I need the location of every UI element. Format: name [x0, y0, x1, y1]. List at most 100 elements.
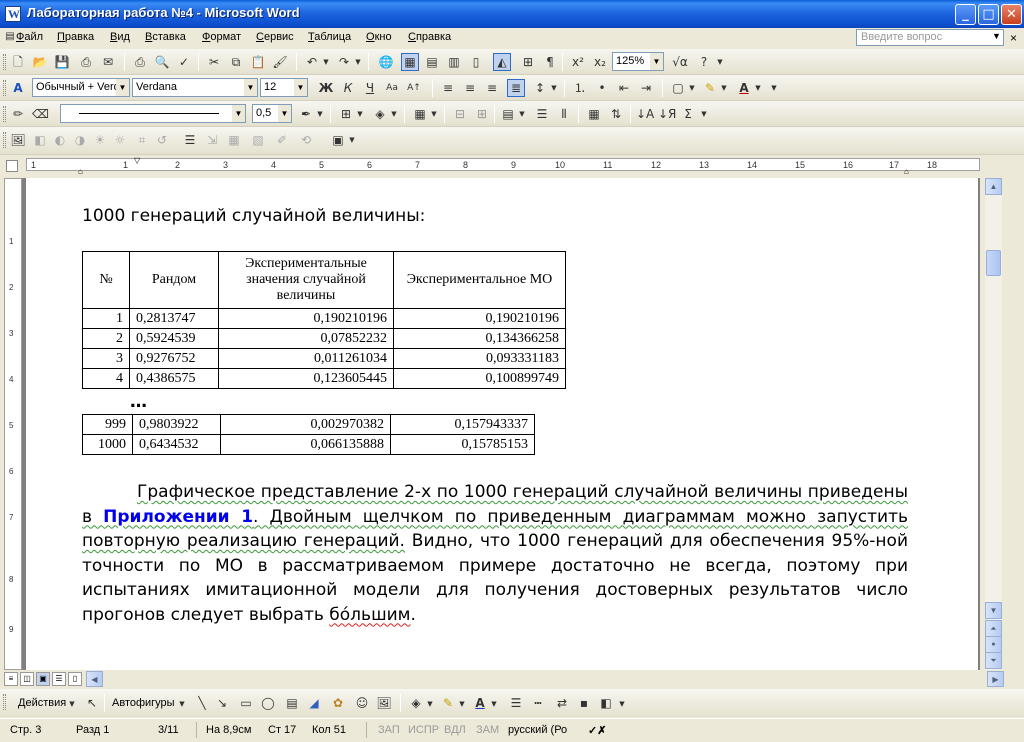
sort-descending-icon[interactable]: ↓Я: [658, 106, 676, 122]
font-select[interactable]: Verdana ▼: [132, 78, 258, 97]
scrollbar-thumb[interactable]: [986, 250, 1001, 276]
columns-icon[interactable]: ▯: [468, 54, 484, 70]
autosum-icon[interactable]: Σ: [680, 106, 696, 122]
bullets-icon[interactable]: •: [594, 80, 610, 96]
highlight-dropdown-icon[interactable]: ▼: [720, 80, 728, 96]
fill-color-dropdown-icon[interactable]: ▼: [426, 696, 434, 712]
change-case-icon[interactable]: Aa: [384, 80, 400, 96]
toolbar-grip[interactable]: [3, 80, 6, 96]
horizontal-scrollbar[interactable]: ≡ ◫ ▣ ☰ ▯ ◀ ▶: [0, 670, 1024, 688]
spelling-status-icon[interactable]: ✓✗: [588, 724, 606, 737]
first-line-indent-marker[interactable]: ▽: [134, 156, 140, 165]
toolbar-grip[interactable]: [3, 694, 6, 710]
format-painter-icon[interactable]: 🖌: [272, 54, 288, 70]
help-icon[interactable]: ?: [696, 54, 712, 70]
more-contrast-icon[interactable]: ◐: [52, 132, 68, 148]
line-icon[interactable]: ╲: [194, 695, 210, 711]
print-layout-view-icon[interactable]: ▣: [36, 672, 50, 686]
section-heading[interactable]: 1000 генераций случайной величины:: [82, 206, 425, 226]
menu-file[interactable]: Файл: [16, 31, 43, 43]
next-page-button[interactable]: ⏷: [985, 652, 1002, 669]
dash-style-icon[interactable]: ┅: [530, 695, 546, 711]
font-color-dropdown-icon[interactable]: ▼: [754, 80, 762, 96]
horizontal-ruler[interactable]: 1 1 2 3 4 5 6 7 8 9 10 11 12 13 14 15 16…: [0, 156, 1024, 176]
generations-table-bottom[interactable]: 999 0,9803922 0,002970382 0,157943337 10…: [82, 414, 535, 455]
chevron-down-icon[interactable]: ▼: [68, 696, 76, 712]
compress-icon[interactable]: ⇲: [204, 132, 220, 148]
subscript-icon[interactable]: x₂: [592, 54, 608, 70]
insert-table-icon[interactable]: ▤: [424, 54, 440, 70]
rotate-icon[interactable]: ↺: [154, 132, 170, 148]
minimize-button[interactable]: _: [955, 4, 976, 25]
split-cells-icon[interactable]: ⊞: [474, 106, 490, 122]
scroll-right-button[interactable]: ▶: [987, 671, 1004, 687]
toolbar-options-icon[interactable]: ▼: [770, 80, 778, 96]
toolbar-grip[interactable]: [3, 106, 6, 122]
toolbar-options-icon[interactable]: ▼: [716, 54, 724, 70]
new-document-icon[interactable]: 🗋: [10, 54, 26, 70]
left-indent-marker[interactable]: ⌂: [78, 167, 83, 176]
draw-table-icon[interactable]: ✏: [10, 106, 26, 122]
eraser-icon[interactable]: ⌫: [32, 106, 49, 122]
format-picture-icon[interactable]: ▧: [250, 132, 266, 148]
toolbar-options-icon[interactable]: ▼: [348, 132, 356, 148]
merge-cells-icon[interactable]: ⊟: [452, 106, 468, 122]
scroll-up-button[interactable]: ▲: [985, 178, 1002, 195]
vertical-ruler[interactable]: 1 2 3 4 5 6 7 8 9: [4, 178, 22, 670]
less-contrast-icon[interactable]: ◑: [72, 132, 88, 148]
print-preview-icon[interactable]: 🔍: [154, 54, 170, 70]
previous-page-button[interactable]: ⏶: [985, 620, 1002, 637]
chevron-down-icon[interactable]: ▼: [992, 31, 1001, 41]
select-objects-icon[interactable]: ↖: [84, 695, 100, 711]
borders-dropdown-icon[interactable]: ▼: [688, 80, 696, 96]
outside-border-icon[interactable]: ⊞: [338, 106, 354, 122]
line-weight-select[interactable]: 0,5 ▼: [252, 104, 292, 123]
fill-color-icon[interactable]: ◈: [408, 695, 424, 711]
highlight-icon[interactable]: ✎: [702, 80, 718, 96]
generations-table-top[interactable]: № Рандом Экспериментальные значения случ…: [82, 251, 566, 389]
border-dropdown-icon[interactable]: ▼: [356, 106, 364, 122]
menu-edit[interactable]: Правка: [57, 31, 94, 43]
distribute-rows-icon[interactable]: ☰: [534, 106, 550, 122]
paste-icon[interactable]: 📋: [250, 54, 266, 70]
appendix-link[interactable]: Приложении 1: [103, 507, 253, 527]
word-app-icon[interactable]: [5, 6, 21, 22]
menu-window[interactable]: Окно: [366, 31, 392, 43]
toolbar-grip[interactable]: [3, 54, 6, 70]
more-brightness-icon[interactable]: ☀: [92, 132, 108, 148]
set-transparent-icon[interactable]: ✐: [274, 132, 290, 148]
line-style-icon[interactable]: ☰: [182, 132, 198, 148]
scroll-down-button[interactable]: ▼: [985, 602, 1002, 619]
toolbar-grip[interactable]: [3, 132, 6, 148]
autoformat-icon[interactable]: ▦: [586, 106, 602, 122]
status-extend[interactable]: ВДЛ: [444, 724, 466, 736]
style-select[interactable]: Обычный + Verd ▼: [32, 78, 130, 97]
superscript-icon[interactable]: x²: [570, 54, 586, 70]
border-color-icon[interactable]: ✒: [298, 106, 314, 122]
grow-font-icon[interactable]: A↑: [406, 80, 422, 96]
decrease-indent-icon[interactable]: ⇤: [616, 80, 632, 96]
hyperlink-icon[interactable]: 🌐: [378, 54, 394, 70]
reset-picture-icon[interactable]: ⟲: [298, 132, 314, 148]
reading-view-icon[interactable]: ▯: [68, 672, 82, 686]
3d-style-icon[interactable]: ◧: [598, 695, 614, 711]
right-indent-marker[interactable]: ⌂: [904, 167, 909, 176]
menu-tools[interactable]: Сервис: [256, 31, 294, 43]
cut-icon[interactable]: ✂: [206, 54, 222, 70]
browse-object-button[interactable]: ●: [985, 636, 1002, 653]
status-record[interactable]: ЗАП: [378, 724, 400, 736]
permission-icon[interactable]: ⎙: [78, 54, 94, 70]
borders-icon[interactable]: ▢: [670, 80, 686, 96]
numbering-icon[interactable]: ⒈: [572, 80, 588, 96]
menu-insert[interactable]: Вставка: [145, 31, 186, 43]
arrow-style-icon[interactable]: ⇄: [554, 695, 570, 711]
italic-icon[interactable]: К: [340, 80, 356, 96]
insert-excel-icon[interactable]: ▥: [446, 54, 462, 70]
insert-table-icon[interactable]: ▦: [412, 106, 428, 122]
bold-icon[interactable]: Ж: [318, 80, 334, 96]
drawing-icon[interactable]: ◭: [493, 53, 511, 71]
draw-actions-menu[interactable]: Действия: [18, 697, 66, 709]
font-color-icon[interactable]: A: [736, 80, 752, 96]
document-close-icon[interactable]: ×: [1010, 31, 1017, 45]
tables-borders-icon[interactable]: ▦: [401, 53, 419, 71]
